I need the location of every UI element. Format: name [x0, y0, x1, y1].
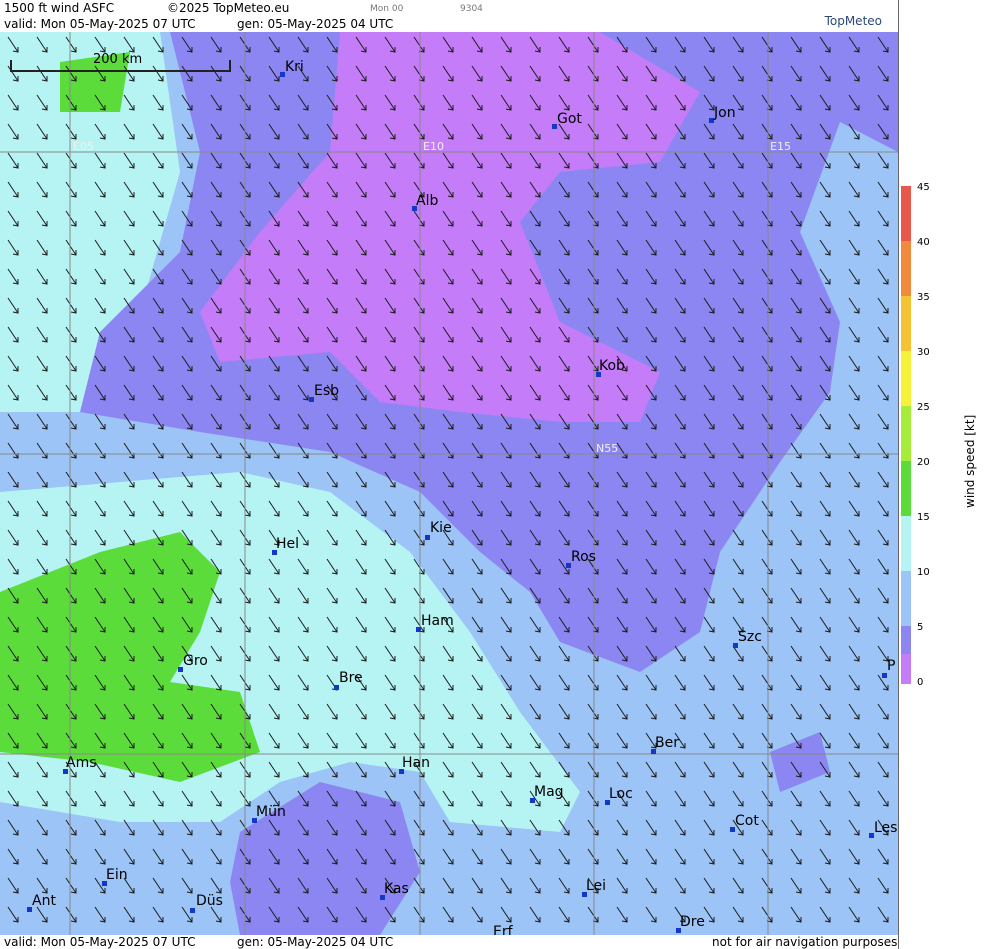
footer-valid: valid: Mon 05-May-2025 07 UTC	[4, 935, 196, 949]
grid-label-e15: E15	[770, 140, 791, 153]
legend-tick: 0	[917, 677, 924, 688]
city-label: Hel	[276, 536, 300, 552]
city-label: Alb	[416, 193, 439, 209]
city-label: Düs	[196, 893, 223, 909]
city-label: Esb	[314, 383, 340, 399]
city-label: Ber	[655, 735, 679, 751]
legend-colorbar	[901, 186, 911, 684]
city-label: Erf	[493, 924, 513, 935]
legend-tick: 20	[917, 457, 930, 468]
scale-label: 200 km	[93, 52, 143, 67]
city-label: Kie	[430, 520, 452, 536]
grid-label-e05: E05	[73, 140, 94, 153]
city-label: Lei	[586, 878, 607, 894]
city-label: Kas	[384, 881, 409, 897]
city-label: P	[887, 658, 896, 674]
legend-tick: 5	[917, 622, 924, 633]
city-label: Les	[874, 820, 898, 836]
city-label: Kri	[285, 59, 304, 75]
city-label: Bre	[339, 670, 363, 686]
legend-tick: 45	[917, 182, 930, 193]
legend-tick: 40	[917, 237, 930, 248]
legend-tick: 25	[917, 402, 930, 413]
valid-time: valid: Mon 05-May-2025 07 UTC	[4, 17, 196, 31]
city-label: Mag	[534, 784, 564, 800]
legend-tick: 15	[917, 512, 930, 523]
wind-arrows	[0, 32, 898, 935]
city-label: Szc	[738, 629, 762, 645]
wind-map[interactable]: 200 km E05 E10 E15 N55 Kri Got Jon Alb K…	[0, 32, 898, 935]
legend-panel: 45 40 35 30 25 20 15 10 5 0 wind speed […	[898, 0, 989, 949]
city-label: Ein	[106, 867, 128, 883]
product-title: 1500 ft wind ASFC	[4, 1, 115, 15]
topmeteo-logo: TopMeteo	[824, 14, 882, 28]
city-label: Ham	[421, 613, 454, 629]
city-label: Got	[557, 111, 582, 127]
city-label: Han	[402, 755, 430, 771]
gen-time: gen: 05-May-2025 04 UTC	[237, 17, 394, 31]
city-label: Gro	[183, 653, 208, 669]
city-label: Dre	[680, 914, 705, 930]
header-bar: 1500 ft wind ASFC ©2025 TopMeteo.eu Mon …	[0, 0, 898, 32]
legend-tick: 10	[917, 567, 930, 578]
city-label: Ros	[571, 549, 596, 565]
legend-tick: 30	[917, 347, 930, 358]
wind-field-svg	[0, 32, 898, 935]
city-label: Ams	[66, 755, 97, 771]
city-label: Ant	[32, 893, 56, 909]
legend-title: wind speed [kt]	[963, 414, 977, 508]
code-label: 9304	[460, 4, 483, 14]
city-label: Kob	[599, 358, 625, 374]
copyright: ©2025 TopMeteo.eu	[167, 1, 290, 15]
grid-label-e10: E10	[423, 140, 444, 153]
city-label: Cot	[735, 813, 759, 829]
city-label: Mün	[256, 804, 286, 820]
footer-note: not for air navigation purposes	[712, 935, 898, 949]
run-label: Mon 00	[370, 4, 404, 14]
grid-label-n55: N55	[596, 442, 619, 455]
city-label: Loc	[609, 786, 633, 802]
city-label: Jon	[714, 105, 736, 121]
footer-bar: valid: Mon 05-May-2025 07 UTC gen: 05-Ma…	[0, 935, 898, 949]
legend-tick: 35	[917, 292, 930, 303]
footer-gen: gen: 05-May-2025 04 UTC	[237, 935, 394, 949]
city-marker[interactable]	[190, 908, 195, 913]
